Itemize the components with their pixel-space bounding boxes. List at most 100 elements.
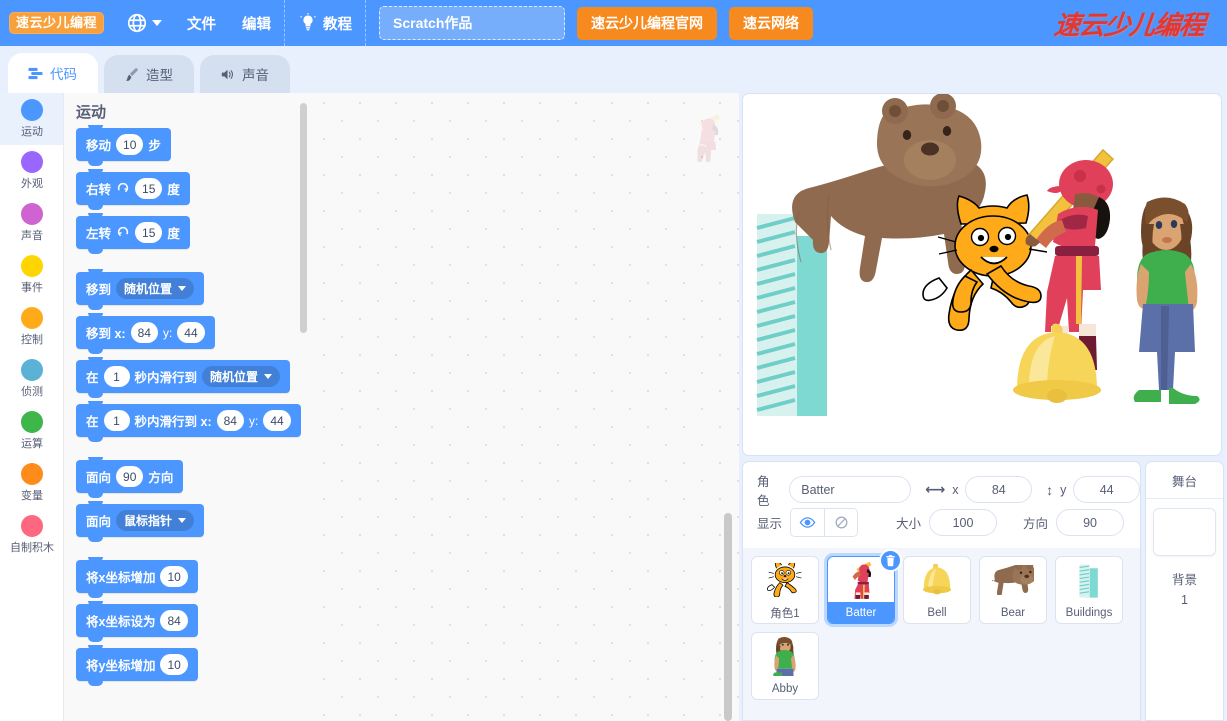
- block-input-x[interactable]: 84: [131, 322, 158, 343]
- project-name-input[interactable]: Scratch作品: [379, 6, 565, 40]
- category-looks[interactable]: 外观: [0, 145, 64, 197]
- block-input-x[interactable]: 84: [217, 410, 244, 431]
- block-label: 秒内滑行到: [135, 367, 198, 386]
- sprite-size-label: 大小: [896, 513, 921, 532]
- block-label: 度: [167, 179, 180, 198]
- stage-render: [743, 94, 1222, 456]
- sprite-item-buildings[interactable]: Buildings: [1055, 556, 1123, 624]
- palette-scrollbar[interactable]: [300, 103, 307, 333]
- block-dropdown-position[interactable]: 随机位置: [116, 278, 194, 299]
- stage-canvas[interactable]: [742, 93, 1222, 456]
- stage-backdrop-thumbnail[interactable]: [1153, 508, 1216, 556]
- backdrop-label: 背景: [1172, 569, 1197, 588]
- block-input-y[interactable]: 44: [177, 322, 204, 343]
- block-input-seconds[interactable]: 1: [104, 366, 130, 387]
- sprite-info-row-2: 显示 大小 100 方向 90: [757, 506, 1140, 539]
- block-category-list: 运动 外观 声音 事件 控制 侦测 运算 变量: [0, 93, 64, 721]
- globe-icon: [126, 12, 148, 34]
- sprite-direction-input[interactable]: 90: [1056, 509, 1124, 536]
- block-turn-left[interactable]: 左转 15 度: [76, 216, 190, 249]
- hide-sprite-button[interactable]: [824, 509, 857, 536]
- show-sprite-button[interactable]: [791, 509, 824, 536]
- menu-bar: 速云少儿编程 文件 编辑 教程 Scratch作品 速云少儿编程官网 速云网络 …: [0, 0, 1227, 46]
- tab-code[interactable]: 代码: [8, 53, 98, 93]
- block-input-degrees[interactable]: 15: [135, 222, 162, 243]
- category-control[interactable]: 控制: [0, 301, 64, 353]
- category-events[interactable]: 事件: [0, 249, 64, 301]
- block-goto-xy[interactable]: 移到 x: 84 y: 44: [76, 316, 215, 349]
- block-glide-xy[interactable]: 在 1 秒内滑行到 x: 84 y: 44: [76, 404, 301, 437]
- stage-sprite-abby: [1134, 197, 1200, 404]
- block-input-direction[interactable]: 90: [116, 466, 143, 487]
- block-move-steps[interactable]: 移动 10 步: [76, 128, 171, 161]
- menu-tutorial[interactable]: 教程: [285, 0, 365, 46]
- looks-color-dot: [21, 151, 43, 173]
- block-input-steps[interactable]: 10: [116, 134, 143, 155]
- company-site-button[interactable]: 速云网络: [729, 7, 813, 40]
- block-input-degrees[interactable]: 15: [135, 178, 162, 199]
- category-sound[interactable]: 声音: [0, 197, 64, 249]
- sprite-name-input[interactable]: Batter: [789, 476, 911, 503]
- sprite-x-label: x: [952, 483, 958, 497]
- category-motion[interactable]: 运动: [0, 93, 64, 145]
- block-label: 移到: [86, 279, 111, 298]
- sprite-item-label: Buildings: [1056, 602, 1122, 623]
- block-turn-right[interactable]: 右转 15 度: [76, 172, 190, 205]
- sprite-item-label: 角色1: [752, 602, 818, 623]
- category-sensing-label: 侦测: [21, 383, 43, 399]
- block-point-towards[interactable]: 面向 鼠标指针: [76, 504, 204, 537]
- official-site-button[interactable]: 速云少儿编程官网: [577, 7, 717, 40]
- language-selector[interactable]: [104, 12, 174, 34]
- sprite-size-input[interactable]: 100: [929, 509, 997, 536]
- stage-column: 角色 Batter ⟷ x 84 ↕ y 44 显示: [739, 93, 1227, 721]
- block-set-x[interactable]: 将x坐标设为 84: [76, 604, 198, 637]
- sprite-item-batter[interactable]: Batter: [827, 556, 895, 624]
- block-goto-menu[interactable]: 移到 随机位置: [76, 272, 204, 305]
- sprite-thumb: [752, 557, 818, 602]
- delete-sprite-button[interactable]: [879, 549, 902, 572]
- sprite-item-abby[interactable]: Abby: [751, 632, 819, 700]
- block-glide-menu[interactable]: 在 1 秒内滑行到 随机位置: [76, 360, 290, 393]
- stage-panel-title: 舞台: [1146, 462, 1223, 499]
- block-input-dy[interactable]: 10: [160, 654, 187, 675]
- block-input-dx[interactable]: 10: [160, 566, 187, 587]
- block-point-direction[interactable]: 面向 90 方向: [76, 460, 183, 493]
- menu-separator-2: [365, 0, 366, 46]
- category-motion-label: 运动: [21, 123, 43, 139]
- sprite-item-bell[interactable]: Bell: [903, 556, 971, 624]
- sprite-y-label: y: [1060, 483, 1066, 497]
- sprite-item-bear[interactable]: Bear: [979, 556, 1047, 624]
- motion-color-dot: [21, 99, 43, 121]
- tab-sounds[interactable]: 声音: [200, 55, 290, 93]
- block-dropdown-position[interactable]: 随机位置: [202, 366, 280, 387]
- block-dropdown-towards[interactable]: 鼠标指针: [116, 510, 194, 531]
- sprite-y-input[interactable]: 44: [1073, 476, 1140, 503]
- menu-file[interactable]: 文件: [174, 0, 229, 46]
- code-workspace[interactable]: [314, 93, 739, 721]
- app-logo[interactable]: 速云少儿编程: [9, 12, 104, 34]
- sprite-x-input[interactable]: 84: [965, 476, 1032, 503]
- block-palette[interactable]: 运动 移动 10 步 右转 15 度 左转 15 度 移到 随机位置: [64, 93, 314, 721]
- block-input-x[interactable]: 84: [160, 610, 187, 631]
- stage-selector-panel[interactable]: 舞台 背景 1: [1145, 461, 1224, 721]
- category-sensing[interactable]: 侦测: [0, 353, 64, 405]
- backdrop-count: 1: [1181, 593, 1188, 607]
- chevron-down-icon: [264, 374, 272, 379]
- sprite-item-label: Batter: [828, 602, 894, 623]
- block-label: 将x坐标设为: [86, 611, 155, 630]
- sprite-thumb: [980, 557, 1046, 602]
- category-events-label: 事件: [21, 279, 43, 295]
- category-my-blocks[interactable]: 自制积木: [0, 509, 64, 561]
- eye-icon: [799, 514, 816, 531]
- category-variables[interactable]: 变量: [0, 457, 64, 509]
- block-change-y[interactable]: 将y坐标增加 10: [76, 648, 198, 681]
- category-operators[interactable]: 运算: [0, 405, 64, 457]
- menu-edit[interactable]: 编辑: [229, 0, 284, 46]
- tab-costumes[interactable]: 造型: [104, 55, 194, 93]
- block-input-y[interactable]: 44: [263, 410, 290, 431]
- workspace-sprite-watermark: [680, 111, 732, 167]
- block-input-seconds[interactable]: 1: [104, 410, 130, 431]
- block-change-x[interactable]: 将x坐标增加 10: [76, 560, 198, 593]
- workspace-scrollbar[interactable]: [724, 513, 732, 721]
- sprite-item-cat[interactable]: 角色1: [751, 556, 819, 624]
